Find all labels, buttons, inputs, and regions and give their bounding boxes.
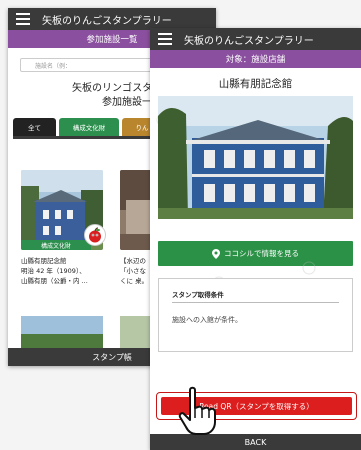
- menu-icon[interactable]: [158, 33, 172, 45]
- apple-stamp-icon: [84, 224, 106, 246]
- facility-desc-line2: 山縣有朋（公爵・内 ...: [21, 277, 88, 285]
- subtitle: 参加施設一覧: [86, 35, 138, 45]
- condition-body: 施設への入館が条件。: [172, 316, 242, 324]
- facility-photo: [158, 96, 353, 219]
- app-bar: 矢板のりんごスタンプラリー: [8, 8, 216, 30]
- back-label: BACK: [244, 437, 267, 447]
- back-button[interactable]: BACK: [150, 434, 361, 450]
- facility-name: 山縣有朋記念館: [21, 257, 67, 265]
- view-info-button[interactable]: ココシルで情報を見る: [158, 241, 353, 266]
- facility-desc-line1: 明治 42 年（1909）、: [21, 267, 86, 275]
- subtitle-bar: 対象：施設店舗: [150, 50, 361, 68]
- facility-title: 山縣有朋記念館: [218, 78, 293, 90]
- category-label: 構成文化財: [21, 240, 91, 250]
- menu-icon[interactable]: [16, 13, 30, 25]
- apple-watermark-icon: [302, 261, 316, 275]
- stamp-condition-box: スタンプ取得条件 施設への入館が条件。: [158, 278, 353, 352]
- divider: [172, 302, 339, 303]
- subtitle: 対象：施設店舗: [225, 55, 286, 65]
- tab-all[interactable]: 全て: [13, 118, 56, 136]
- pointing-hand-icon: [178, 386, 216, 435]
- app-title: 矢板のりんごスタンプラリー: [42, 15, 172, 27]
- condition-title: スタンプ取得条件: [172, 291, 224, 299]
- app-bar: 矢板のりんごスタンプラリー: [150, 28, 361, 50]
- facility-card[interactable]: 構成文化財 山縣有朋記念館 明治 42 年（1909）、 山縣有朋（公爵・内 .…: [21, 170, 106, 320]
- tab-cultural-property[interactable]: 構成文化財: [59, 118, 119, 136]
- pin-icon: [212, 248, 220, 259]
- app-title: 矢板のりんごスタンプラリー: [184, 35, 314, 47]
- stamp-book-label: スタンプ帳: [92, 352, 132, 362]
- search-placeholder: 施設名（例：: [35, 62, 72, 70]
- view-info-label: ココシルで情報を見る: [224, 249, 299, 258]
- facility-thumbnail-next: [21, 316, 103, 350]
